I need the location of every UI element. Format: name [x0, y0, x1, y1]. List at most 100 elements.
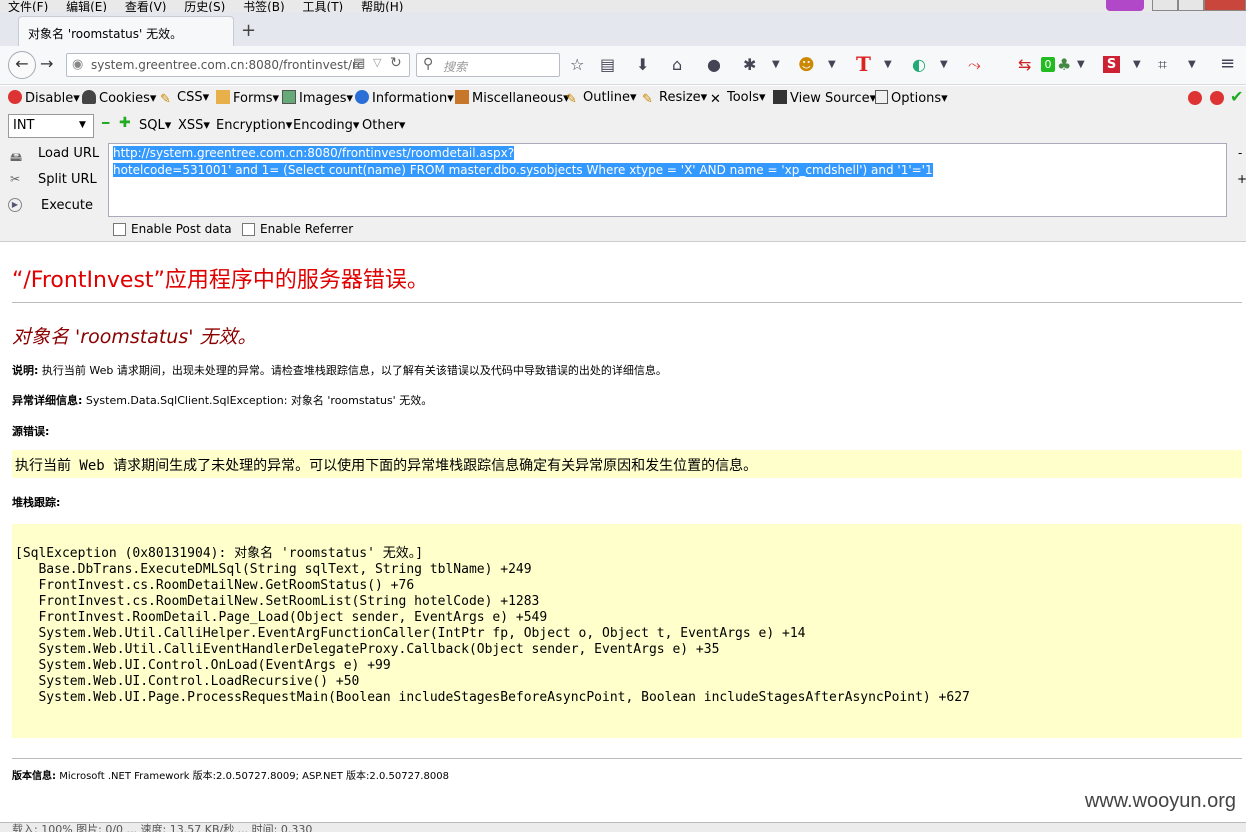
view-source-icon — [773, 90, 787, 104]
checkmark-icon[interactable]: ✔ — [1230, 87, 1243, 106]
close-window-button[interactable] — [1204, 0, 1246, 11]
encryption-menu[interactable]: Encryption▾ — [216, 118, 292, 133]
s-addon-icon[interactable]: S — [1103, 56, 1120, 73]
post-data-checkbox[interactable] — [113, 223, 126, 236]
cookies-menu[interactable]: Cookies▾ — [82, 90, 156, 106]
addon-bot-icon[interactable]: ♣ — [1057, 55, 1071, 74]
source-error-label: 源错误: — [12, 425, 50, 438]
text-dropdown-icon[interactable]: ▼ — [884, 59, 892, 70]
greasemonkey-dropdown-icon[interactable]: ▼ — [828, 59, 836, 70]
download-icon[interactable]: ⬇ — [636, 55, 649, 74]
plus-icon[interactable]: ✚ — [119, 115, 131, 131]
minimize-button[interactable] — [1152, 0, 1178, 11]
minus-icon[interactable]: ━ — [102, 117, 112, 129]
s-addon-dropdown-icon[interactable]: ▼ — [1133, 59, 1141, 70]
resize-menu[interactable]: ✎ Resize▾ — [642, 90, 707, 107]
forms-menu[interactable]: Forms▾ — [216, 90, 279, 106]
execute-icon: ▶ — [8, 198, 22, 212]
encoding-menu[interactable]: Encoding▾ — [293, 118, 359, 133]
bookmarks-list-icon[interactable]: ▤ — [600, 55, 615, 74]
maximize-button[interactable] — [1178, 0, 1204, 11]
reload-icon[interactable]: ↻ — [390, 55, 402, 71]
disable-icon — [8, 90, 22, 104]
other-menu[interactable]: Other▾ — [362, 118, 405, 133]
referrer-checkbox[interactable] — [242, 223, 255, 236]
stack-trace-label: 堆栈跟踪: — [12, 496, 61, 509]
type-select[interactable]: INT ▼ — [8, 114, 94, 138]
information-menu[interactable]: Information▾ — [355, 90, 454, 106]
url-bar[interactable]: ◉ system.greentree.com.cn:8080/frontinve… — [66, 53, 410, 77]
stack-line: FrontInvest.cs.RoomDetailNew.SetRoomList… — [15, 594, 540, 609]
decrease-button[interactable]: - — [1238, 146, 1242, 160]
globe-icon: ◉ — [72, 57, 84, 72]
sql-menu[interactable]: SQL▾ — [139, 118, 171, 133]
chevron-down-icon: ▼ — [79, 120, 86, 130]
swap-arrows-icon[interactable]: ⇆ — [1018, 55, 1031, 74]
home-icon[interactable]: ⌂ — [672, 55, 682, 74]
forward-arrow-icon: → — [40, 54, 54, 73]
forms-icon — [216, 90, 230, 104]
execute-button[interactable]: Execute — [41, 198, 93, 213]
outline-pencil-icon: ✎ — [566, 92, 577, 107]
error-subtitle: 对象名 'roomstatus' 无效。 — [12, 326, 257, 348]
reader-view-icon[interactable]: ▤ — [353, 56, 365, 71]
search-placeholder: 搜索 — [443, 60, 468, 74]
tab-active[interactable]: 对象名 'roomstatus' 无效。 — [18, 16, 234, 47]
close-toolbar-icon[interactable] — [1210, 91, 1224, 105]
tab-title: 对象名 'roomstatus' 无效。 — [28, 27, 183, 41]
back-arrow-icon: ← — [15, 54, 29, 73]
error-page-title: “/FrontInvest”应用程序中的服务器错误。 — [12, 268, 429, 293]
hackbar-toolbar: ━ ✚ SQL▾ XSS▾ Encryption▾ Encoding▾ Othe… — [0, 112, 1246, 140]
new-tab-button[interactable]: + — [241, 20, 256, 41]
chat-bubble-icon[interactable]: ● — [707, 55, 721, 74]
back-button[interactable]: ← — [8, 51, 36, 79]
divider — [12, 758, 1242, 759]
bookmark-star-icon[interactable]: ☆ — [570, 55, 584, 74]
version-label: 版本信息: — [12, 771, 56, 782]
referrer-label: Enable Referrer — [260, 222, 354, 236]
hamburger-menu-icon[interactable]: ≡ — [1220, 53, 1235, 74]
xss-menu[interactable]: XSS▾ — [178, 118, 210, 133]
stack-line: System.Web.Util.CalliHelper.EventArgFunc… — [15, 626, 806, 641]
firefox-menu-button[interactable] — [1106, 0, 1144, 11]
cookies-icon — [82, 90, 96, 104]
images-icon — [282, 90, 296, 104]
load-url-button[interactable]: Load URL — [38, 146, 99, 161]
disable-menu[interactable]: Disable▾ — [8, 90, 80, 106]
css-menu[interactable]: ✎ CSS▾ — [160, 90, 209, 107]
stack-line: System.Web.UI.Control.LoadRecursive() +5… — [15, 674, 360, 689]
text-t-icon[interactable]: T — [856, 52, 871, 76]
tools-icon: ✕ — [710, 92, 721, 107]
split-url-icon: ✂ — [10, 172, 21, 186]
crop-icon[interactable]: ⌗ — [1158, 55, 1167, 75]
window-controls — [1152, 0, 1246, 12]
chart-line-icon[interactable]: ⤳ — [968, 55, 981, 75]
split-url-button[interactable]: Split URL — [38, 172, 97, 187]
greasemonkey-icon[interactable]: ☻ — [798, 55, 815, 74]
search-box[interactable]: ⚲ 搜索 — [416, 53, 560, 77]
type-select-value: INT — [13, 118, 35, 133]
globe-addon-icon[interactable]: ◐ — [912, 55, 926, 74]
badge-count[interactable]: 0 — [1041, 57, 1055, 72]
url-textarea[interactable]: http://system.greentree.com.cn:8080/fron… — [108, 143, 1227, 217]
images-menu[interactable]: Images▾ — [282, 90, 353, 106]
view-source-menu[interactable]: View Source▾ — [773, 90, 876, 106]
stack-trace: [SqlException (0x80131904): 对象名 'roomsta… — [15, 546, 970, 706]
outline-menu[interactable]: ✎ Outline▾ — [566, 90, 637, 107]
miscellaneous-menu[interactable]: Miscellaneous▾ — [455, 90, 570, 106]
post-data-label: Enable Post data — [131, 222, 232, 236]
options-menu[interactable]: Options▾ — [875, 90, 948, 106]
firebug-icon[interactable]: ✱ — [743, 55, 756, 74]
tools-menu[interactable]: ✕ Tools▾ — [710, 90, 766, 107]
dropdown-arrow-icon[interactable]: ▽ — [373, 56, 381, 69]
firebug-dropdown-icon[interactable]: ▼ — [772, 59, 780, 70]
misc-icon — [455, 90, 469, 104]
error-indicator-icon[interactable] — [1188, 91, 1202, 105]
increase-button[interactable]: + — [1237, 172, 1246, 186]
addon-bot-dropdown-icon[interactable]: ▼ — [1077, 59, 1085, 70]
stack-line: FrontInvest.RoomDetail.Page_Load(Object … — [15, 610, 548, 625]
forward-button[interactable]: → — [40, 54, 53, 73]
description-text: 执行当前 Web 请求期间，出现未处理的异常。请检查堆栈跟踪信息，以了解有关该错… — [41, 364, 667, 377]
globe-addon-dropdown-icon[interactable]: ▼ — [940, 59, 948, 70]
crop-dropdown-icon[interactable]: ▼ — [1188, 59, 1196, 70]
